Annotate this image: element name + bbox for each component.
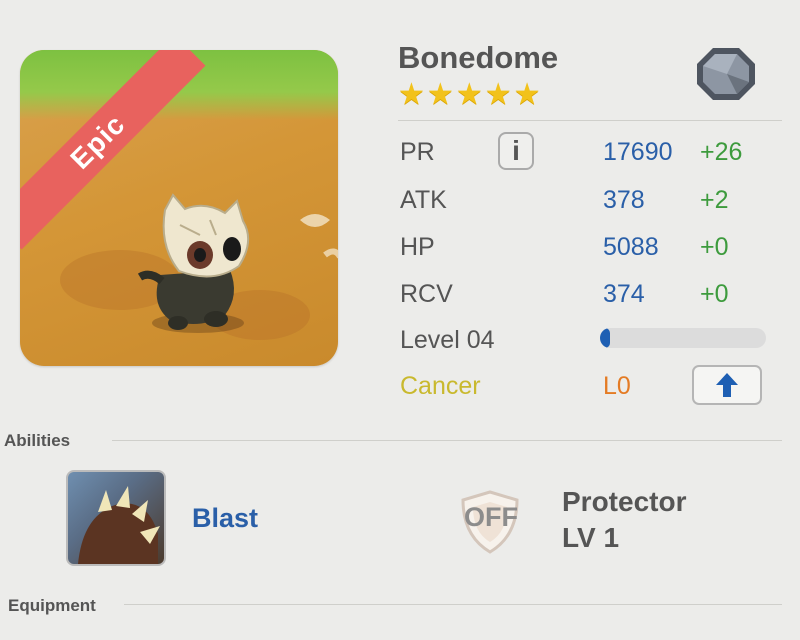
star-rating: ★ ★ ★ ★ ★ [398, 80, 541, 110]
stone-gem-icon[interactable] [693, 44, 759, 104]
blast-ability-icon[interactable] [66, 470, 166, 566]
equipment-heading: Equipment [8, 596, 96, 615]
passive-ability-name: Protector [562, 486, 687, 517]
monster-name: Bonedome [398, 40, 559, 75]
claw-icon [78, 486, 160, 564]
equipment-divider [124, 604, 782, 605]
star-icon: ★ [455, 78, 483, 111]
level-progress-fill [600, 328, 610, 348]
pr-bonus: +26 [700, 138, 743, 166]
rcv-value: 374 [603, 280, 645, 308]
rcv-bonus: +0 [700, 280, 729, 308]
zodiac-name: Cancer [400, 372, 481, 400]
star-icon: ★ [513, 78, 541, 111]
atk-bonus: +2 [700, 186, 729, 214]
active-ability-name[interactable]: Blast [192, 503, 258, 534]
monster-portrait[interactable]: Epic ♋ [20, 50, 338, 366]
bone-decoration [300, 214, 338, 259]
info-button[interactable]: i [498, 132, 534, 170]
level-progress-bar [600, 328, 766, 348]
hp-label: HP [400, 233, 435, 261]
pr-label: PR [400, 138, 435, 166]
passive-status[interactable]: OFF [460, 502, 522, 533]
monster-sprite [137, 193, 250, 333]
atk-value: 378 [603, 186, 645, 214]
star-icon: ★ [398, 78, 425, 111]
hp-value: 5088 [603, 233, 659, 261]
abilities-heading: Abilities [4, 431, 71, 450]
up-arrow-icon [716, 373, 738, 397]
atk-label: ATK [400, 186, 447, 214]
abilities-divider [112, 440, 782, 441]
pr-value: 17690 [603, 138, 673, 166]
header-divider [398, 120, 782, 121]
zodiac-level: L0 [603, 372, 631, 400]
passive-ability-level: LV 1 [562, 522, 620, 553]
zodiac-upgrade-button[interactable] [692, 365, 762, 405]
star-icon: ★ [484, 78, 512, 111]
rcv-label: RCV [400, 280, 453, 308]
level-label: Level 04 [400, 326, 495, 354]
star-icon: ★ [426, 78, 454, 111]
hp-bonus: +0 [700, 233, 729, 261]
